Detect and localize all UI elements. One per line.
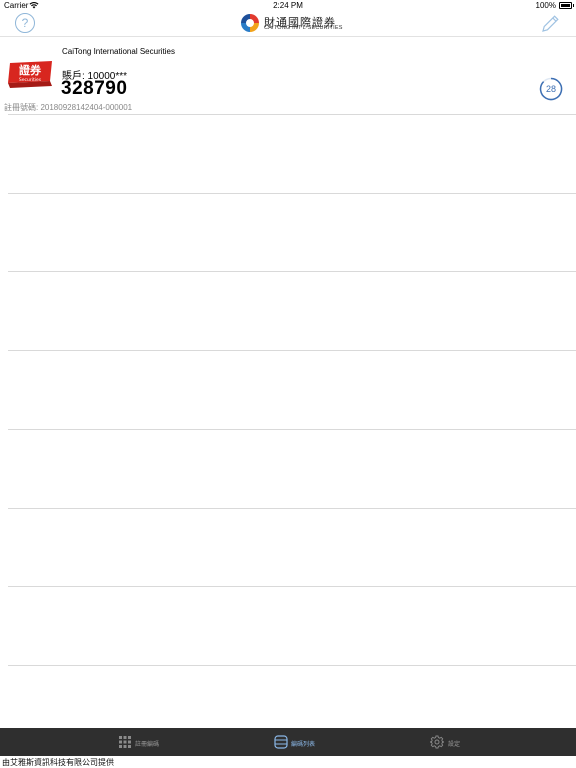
company-name: CaiTong International Securities [62, 47, 175, 56]
battery-percent: 100% [535, 1, 556, 10]
tab-label: 編碼列表 [291, 742, 316, 748]
app-logo: 財通國際證券 CAITONG INT'L SECURITIES [240, 13, 343, 35]
list-box-icon [274, 735, 288, 749]
row-divider [8, 114, 576, 115]
battery-icon [559, 2, 574, 9]
question-icon: ? [21, 16, 29, 30]
row-divider [8, 429, 576, 430]
row-divider [8, 193, 576, 194]
tab-label: 註冊編碼 [135, 742, 160, 748]
tab-register-code[interactable]: 註冊編碼 [110, 728, 170, 756]
row-divider [8, 665, 576, 666]
tab-bar: 註冊編碼 編碼列表 設定 [0, 728, 576, 756]
registration-number: 註冊號碼: 20180928142404-000001 [4, 103, 133, 112]
provider-footer: 由艾雅斯資訊科技有限公司提供 [2, 758, 114, 767]
badge-subtext: Securities [19, 77, 42, 83]
logo-mark-icon [241, 14, 259, 32]
nav-bar: ? 財通國際證券 CAITONG INT'L SECURITIES [0, 12, 576, 37]
securities-badge-icon: 證券 Securities [8, 61, 52, 88]
row-divider [8, 271, 576, 272]
edit-pencil-icon[interactable] [540, 14, 560, 34]
badge-text: 證券 [19, 63, 42, 77]
row-divider [8, 508, 576, 509]
row-divider [8, 350, 576, 351]
tab-label: 設定 [448, 742, 461, 748]
tab-code-list[interactable]: 編碼列表 [266, 728, 336, 756]
otp-code: 328790 [61, 78, 128, 99]
help-button[interactable]: ? [15, 13, 35, 33]
account-entry[interactable]: 證券 Securities CaiTong International Secu… [0, 37, 576, 114]
grid-icon [119, 736, 131, 748]
gear-icon [430, 735, 444, 749]
status-bar: Carrier 2:24 PM 100% [0, 0, 576, 12]
row-divider [8, 586, 576, 587]
clock: 2:24 PM [273, 1, 303, 10]
logo-subname: CAITONG INT'L SECURITIES [264, 25, 343, 31]
tab-settings[interactable]: 設定 [422, 728, 472, 756]
countdown-seconds: 28 [545, 84, 556, 94]
